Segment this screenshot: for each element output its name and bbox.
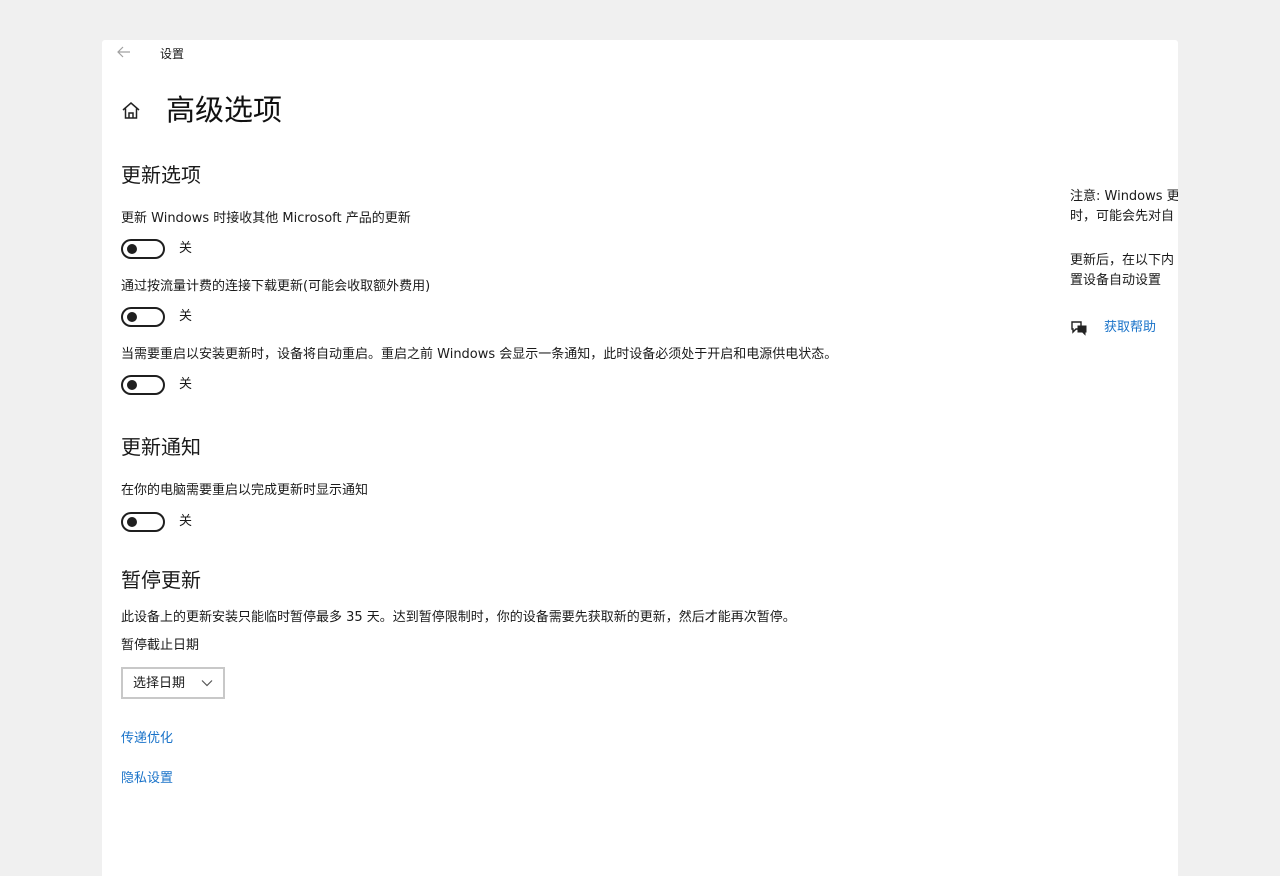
side-info-line-1: 更新后，在以下内: [1070, 253, 1175, 268]
toggle-state-label: 关: [179, 241, 193, 256]
toggle-state-label: 关: [179, 309, 193, 324]
toggle-state-label: 关: [179, 514, 193, 529]
side-info-line-2: 置设备自动设置: [1070, 273, 1162, 288]
toggle-knob: [127, 517, 137, 527]
toggle-knob: [127, 380, 137, 390]
pause-date-select[interactable]: 选择日期: [121, 667, 225, 699]
settings-window: 设置 高级选项 更新选项 更新 Windows 时接收其他 Microsoft …: [102, 40, 1178, 876]
pause-date-label: 暂停截止日期: [121, 638, 200, 653]
toggle-state-label: 关: [179, 377, 193, 392]
toggle-auto-restart[interactable]: [121, 375, 165, 395]
section-title-update-notifications: 更新通知: [121, 435, 201, 459]
toggle-restart-notification[interactable]: [121, 512, 165, 532]
toggle-knob: [127, 312, 137, 322]
back-arrow-icon[interactable]: [114, 43, 134, 61]
chevron-down-icon: [201, 680, 213, 687]
side-note-line-2: 时，可能会先对自: [1070, 209, 1175, 224]
pause-description: 此设备上的更新安装只能临时暂停最多 35 天。达到暂停限制时，你的设备需要先获取…: [121, 610, 796, 625]
section-title-update-options: 更新选项: [121, 163, 201, 187]
side-note-line-1: 注意: Windows 更: [1070, 189, 1178, 204]
get-help-link[interactable]: 获取帮助: [1104, 319, 1156, 337]
title-bar: 设置: [102, 40, 1178, 66]
page-title: 高级选项: [166, 93, 283, 127]
window-title: 设置: [160, 47, 185, 61]
toggle-other-products[interactable]: [121, 239, 165, 259]
option-label-metered-connection: 通过按流量计费的连接下载更新(可能会收取额外费用): [121, 279, 431, 294]
chat-help-icon: [1071, 321, 1087, 336]
option-label-restart-notification: 在你的电脑需要重启以完成更新时显示通知: [121, 483, 369, 498]
date-select-value: 选择日期: [133, 676, 186, 691]
link-privacy-settings[interactable]: 隐私设置: [121, 770, 173, 788]
toggle-knob: [127, 244, 137, 254]
home-icon[interactable]: [120, 100, 142, 122]
toggle-metered-connection[interactable]: [121, 307, 165, 327]
section-title-pause-updates: 暂停更新: [121, 568, 201, 592]
option-label-auto-restart: 当需要重启以安装更新时，设备将自动重启。重启之前 Windows 会显示一条通知…: [121, 347, 838, 362]
link-delivery-optimization[interactable]: 传递优化: [121, 730, 173, 748]
option-label-other-products: 更新 Windows 时接收其他 Microsoft 产品的更新: [121, 211, 411, 226]
